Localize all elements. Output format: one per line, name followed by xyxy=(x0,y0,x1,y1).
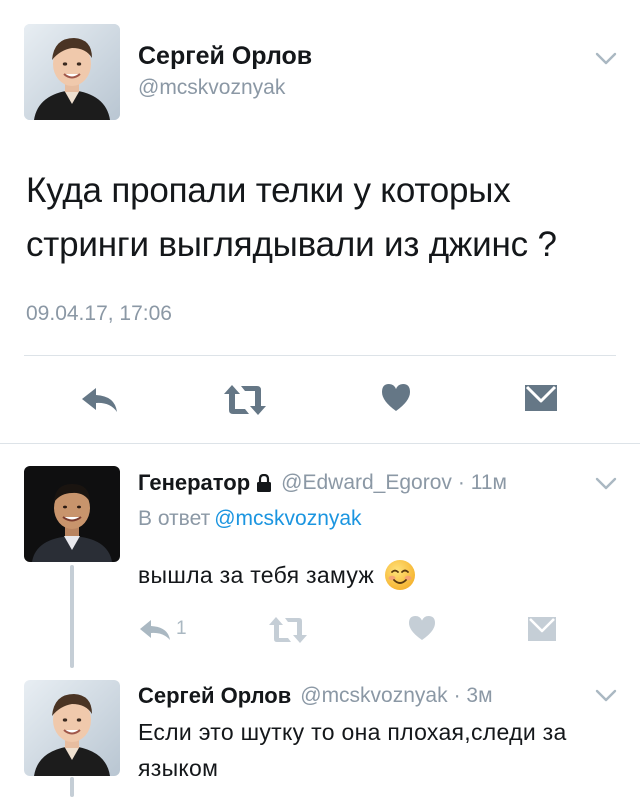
reply-text-content: вышла за тебя замуж xyxy=(138,561,375,588)
in-reply-to: В ответ @mcskvoznyak xyxy=(138,507,362,531)
author-handle[interactable]: @mcskvoznyak xyxy=(138,76,285,100)
avatar[interactable] xyxy=(24,466,120,562)
reply-count: 1 xyxy=(176,618,187,639)
chevron-down-icon[interactable] xyxy=(595,52,617,66)
relative-time[interactable]: · 3м xyxy=(454,684,493,708)
chevron-down-icon[interactable] xyxy=(595,477,617,491)
in-reply-to-label: В ответ xyxy=(138,507,211,530)
envelope-icon[interactable] xyxy=(523,383,559,413)
reply-text: вышла за тебя замуж xyxy=(138,559,416,591)
lock-icon xyxy=(257,473,272,492)
divider xyxy=(0,443,640,444)
thread-connector xyxy=(70,777,74,797)
relative-time[interactable]: · 11м xyxy=(458,471,507,495)
envelope-icon[interactable] xyxy=(527,616,557,642)
author-name[interactable]: Генератор xyxy=(138,470,250,496)
reply-text: Если это шутку то она плохая,следи за яз… xyxy=(138,719,567,781)
reply-icon[interactable] xyxy=(80,385,120,415)
heart-icon[interactable] xyxy=(380,382,412,412)
retweet-icon[interactable] xyxy=(222,383,268,417)
reply-icon[interactable] xyxy=(138,618,172,642)
chevron-down-icon[interactable] xyxy=(595,689,617,703)
author-name[interactable]: Сергей Орлов xyxy=(138,42,312,71)
divider xyxy=(24,355,616,356)
retweet-icon[interactable] xyxy=(268,616,308,644)
reply-header: Генератор @Edward_Egorov · 11м xyxy=(138,470,507,496)
mention-link[interactable]: @mcskvoznyak xyxy=(214,507,361,530)
author-handle[interactable]: @Edward_Egorov xyxy=(281,471,452,495)
main-tweet: Сергей Орлов @mcskvoznyak Куда пропали т… xyxy=(0,0,640,444)
heart-icon[interactable] xyxy=(408,615,436,641)
smiling-face-emoji xyxy=(385,560,416,590)
author-name[interactable]: Сергей Орлов xyxy=(138,683,291,709)
thread-connector xyxy=(70,565,74,668)
tweet-timestamp[interactable]: 09.04.17, 17:06 xyxy=(26,302,172,326)
avatar[interactable] xyxy=(24,680,120,776)
author-handle[interactable]: @mcskvoznyak xyxy=(300,684,447,708)
reply-header: Сергей Орлов @mcskvoznyak · 3м xyxy=(138,683,493,709)
avatar[interactable] xyxy=(24,24,120,120)
tweet-text: Куда пропали телки у которых стринги выг… xyxy=(26,171,557,264)
